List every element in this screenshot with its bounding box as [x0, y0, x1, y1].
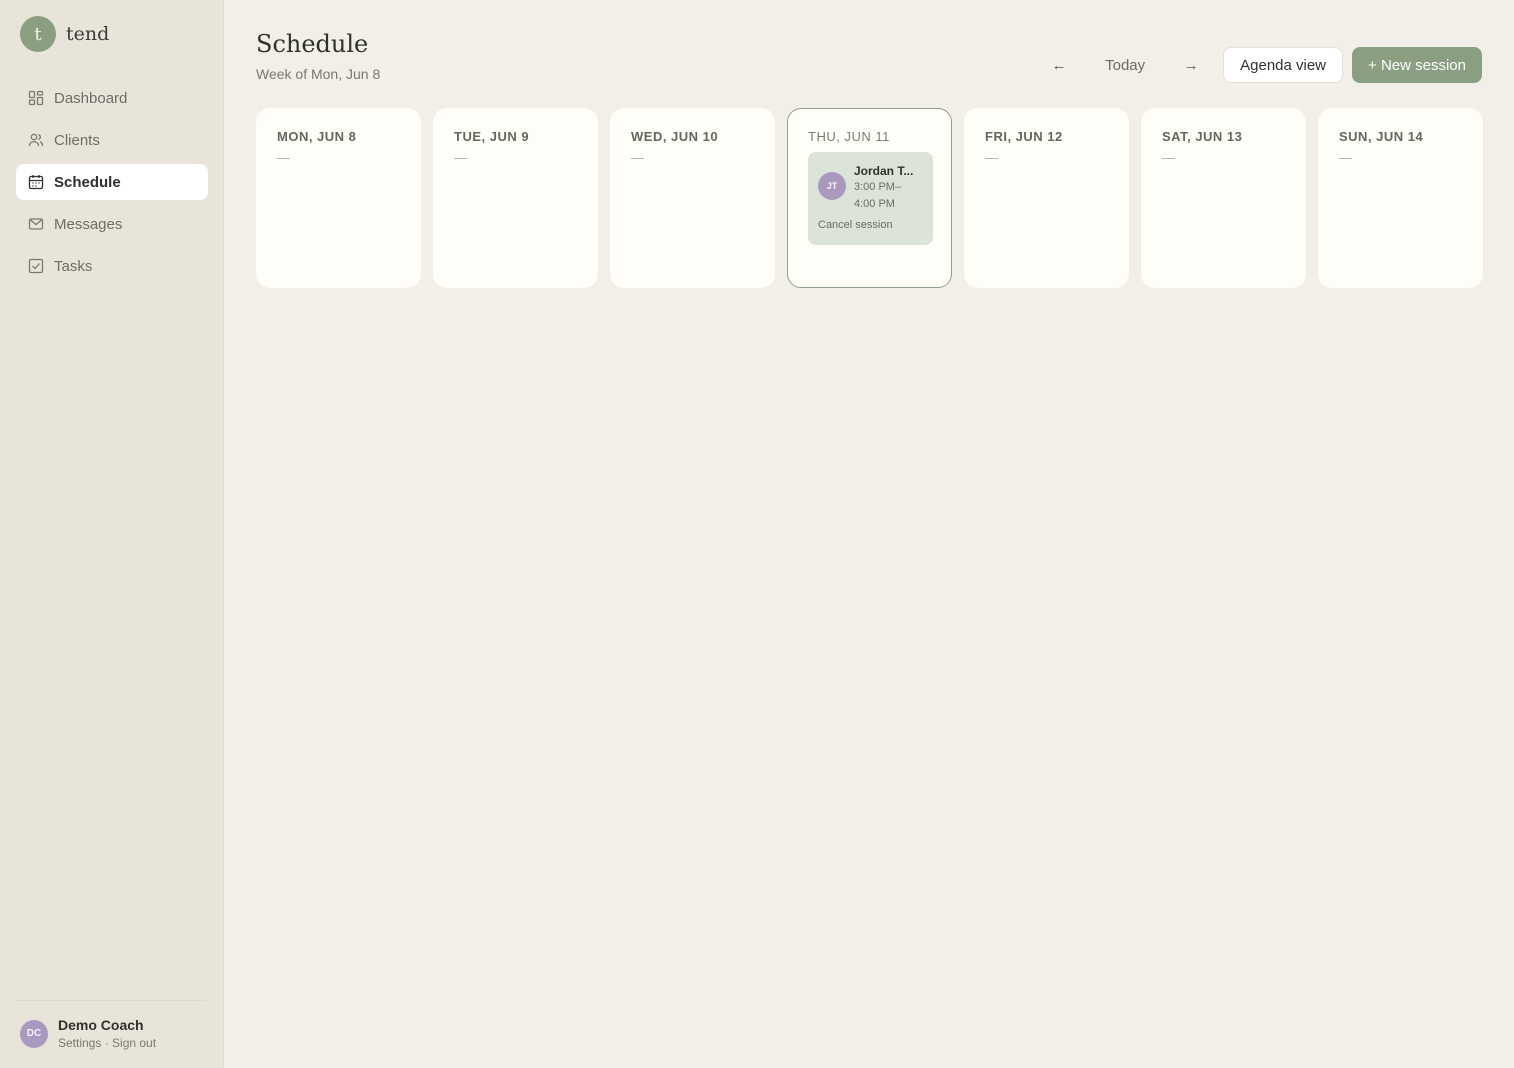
- day-empty: —: [454, 150, 467, 165]
- day-column-today[interactable]: THU, JUN 11 JT Jordan T... 3:00 PM– 4:00…: [787, 108, 952, 288]
- sidebar-nav: Dashboard Clients Schedule Messages Task…: [16, 80, 208, 290]
- day-column[interactable]: TUE, JUN 9 —: [433, 108, 598, 288]
- week-grid: MON, JUN 8 — TUE, JUN 9 — WED, JUN 10 — …: [256, 108, 1483, 288]
- previous-week-button[interactable]: ←: [1043, 47, 1075, 83]
- day-empty: —: [277, 150, 290, 165]
- day-empty: —: [985, 150, 998, 165]
- page-title: Schedule: [256, 30, 369, 58]
- dashboard-icon: [28, 90, 44, 106]
- brand-logo: t: [20, 16, 56, 52]
- avatar: JT: [818, 172, 846, 200]
- sidebar-item-schedule[interactable]: Schedule: [16, 164, 208, 200]
- day-label: SAT, JUN 13: [1162, 129, 1243, 144]
- day-label: THU, JUN 11: [808, 129, 890, 144]
- sidebar-item-label: Tasks: [54, 257, 93, 275]
- user-name: Demo Coach: [58, 1017, 144, 1033]
- sidebar-item-dashboard[interactable]: Dashboard: [16, 80, 208, 116]
- session-card[interactable]: JT Jordan T... 3:00 PM– 4:00 PM Cancel s…: [808, 152, 933, 245]
- sidebar-item-label: Clients: [54, 131, 100, 149]
- day-empty: —: [1162, 150, 1175, 165]
- today-button[interactable]: Today: [1075, 57, 1175, 74]
- sidebar-item-messages[interactable]: Messages: [16, 206, 208, 242]
- toolbar: ← Today → Agenda view + New session: [1043, 47, 1482, 83]
- user-profile: DC Demo Coach Settings · Sign out: [20, 1017, 156, 1050]
- day-empty: —: [1339, 150, 1352, 165]
- users-icon: [28, 132, 44, 148]
- mail-icon: [28, 216, 44, 232]
- session-time-start: 3:00 PM–: [854, 181, 902, 193]
- link-separator: ·: [101, 1036, 113, 1050]
- day-label: TUE, JUN 9: [454, 129, 530, 144]
- day-column[interactable]: MON, JUN 8 —: [256, 108, 421, 288]
- session-client-name: Jordan T...: [854, 164, 914, 178]
- day-column[interactable]: SAT, JUN 13 —: [1141, 108, 1306, 288]
- session-time-end: 4:00 PM: [854, 198, 895, 210]
- divider: [16, 1000, 207, 1001]
- sidebar-item-label: Schedule: [54, 173, 121, 191]
- day-label: WED, JUN 10: [631, 129, 719, 144]
- avatar[interactable]: DC: [20, 1019, 48, 1048]
- sidebar-item-label: Dashboard: [54, 89, 128, 107]
- brand-name: tend: [66, 23, 110, 45]
- cancel-session-button[interactable]: Cancel session: [818, 219, 923, 231]
- calendar-icon: [28, 174, 44, 190]
- new-session-button[interactable]: + New session: [1352, 47, 1482, 83]
- sidebar-item-tasks[interactable]: Tasks: [16, 248, 208, 284]
- day-empty: —: [631, 150, 644, 165]
- sidebar-item-label: Messages: [54, 215, 123, 233]
- settings-link[interactable]: Settings: [58, 1036, 101, 1050]
- page-subtitle: Week of Mon, Jun 8: [256, 66, 381, 82]
- brand[interactable]: t tend: [20, 16, 109, 52]
- day-label: MON, JUN 8: [277, 129, 357, 144]
- day-label: SUN, JUN 14: [1339, 129, 1424, 144]
- day-label: FRI, JUN 12: [985, 129, 1063, 144]
- next-week-button[interactable]: →: [1175, 47, 1207, 83]
- agenda-view-button[interactable]: Agenda view: [1223, 47, 1344, 83]
- sidebar: t tend Dashboard Clients Schedule Messag…: [0, 0, 224, 1068]
- sidebar-item-clients[interactable]: Clients: [16, 122, 208, 158]
- checkbox-icon: [28, 258, 44, 274]
- day-column[interactable]: SUN, JUN 14 —: [1318, 108, 1483, 288]
- sign-out-link[interactable]: Sign out: [112, 1036, 156, 1050]
- day-column[interactable]: WED, JUN 10 —: [610, 108, 775, 288]
- day-column[interactable]: FRI, JUN 12 —: [964, 108, 1129, 288]
